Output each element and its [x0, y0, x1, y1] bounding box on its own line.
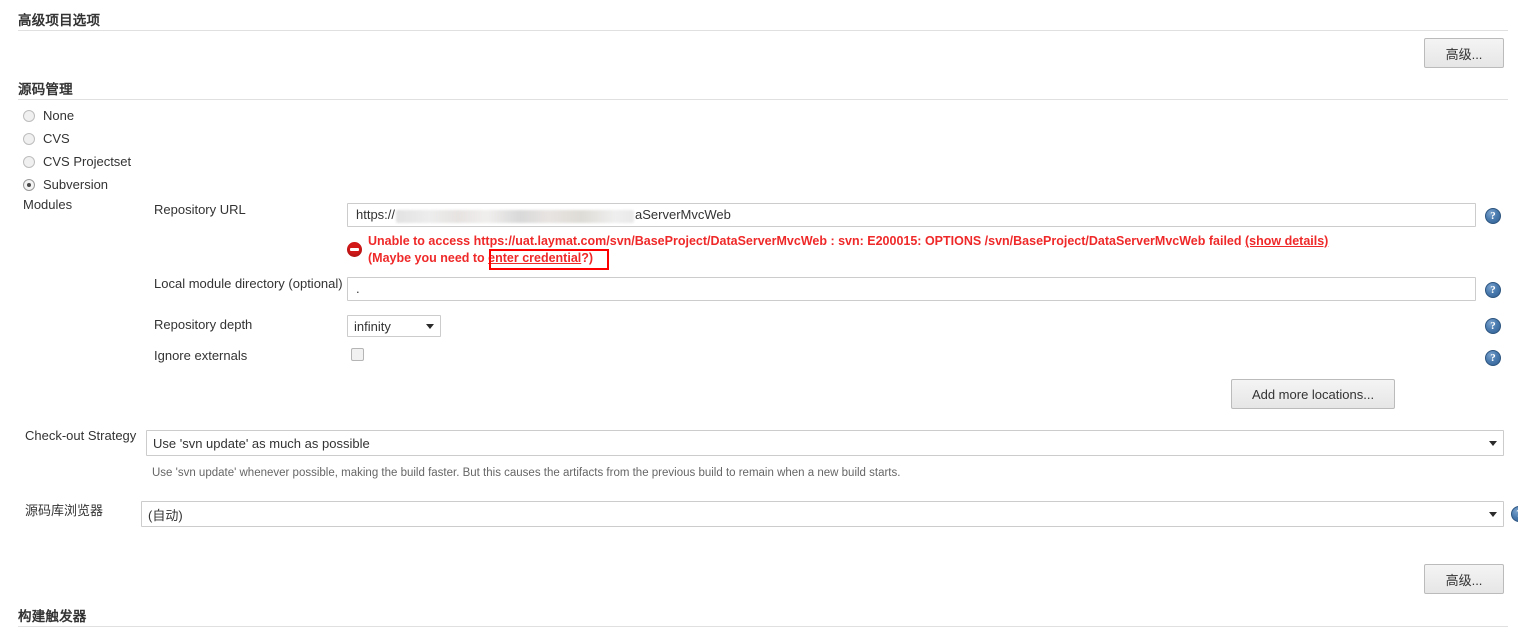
section-divider-advanced [18, 30, 1508, 31]
section-title-advanced-project-options: 高级项目选项 [18, 13, 101, 28]
help-icon-local-module-directory[interactable]: ? [1485, 282, 1501, 298]
section-title-build-triggers: 构建触发器 [18, 609, 87, 624]
repository-depth-select[interactable]: infinity [347, 315, 441, 337]
repository-url-label: Repository URL [154, 202, 246, 217]
scm-radio-label-cvs-projectset: CVS Projectset [43, 154, 132, 169]
modules-label: Modules [23, 197, 73, 212]
error-message-line1-text: Unable to access https://uat.laymat.com/… [368, 234, 1245, 248]
error-message-line2-suffix: ?) [581, 251, 594, 265]
repository-browser-value: (自动) [148, 507, 183, 523]
advanced-button-bottom[interactable]: 高级... [1424, 564, 1504, 594]
section-divider-build-triggers [18, 626, 1508, 627]
scm-radio-cvs[interactable]: CVS [23, 131, 70, 146]
chevron-down-icon [1489, 511, 1497, 517]
repository-url-value-prefix: https:// [356, 207, 396, 223]
help-icon-repository-browser[interactable]: ? [1511, 506, 1518, 522]
repository-depth-label: Repository depth [154, 317, 253, 332]
local-module-directory-input[interactable]: . [347, 277, 1476, 301]
repository-depth-value: infinity [354, 318, 391, 334]
ignore-externals-checkbox[interactable] [351, 348, 364, 361]
help-icon-repository-url[interactable]: ? [1485, 208, 1501, 224]
scm-radio-subversion[interactable]: Subversion [23, 177, 108, 192]
enter-credential-link[interactable]: enter credential [488, 251, 581, 265]
chevron-down-icon [426, 323, 434, 329]
scm-radio-label-none: None [43, 108, 75, 123]
scm-radio-cvs-projectset[interactable]: CVS Projectset [23, 154, 131, 169]
section-divider-scm [18, 99, 1508, 100]
help-icon-ignore-externals[interactable]: ? [1485, 350, 1501, 366]
repository-browser-label: 源码库浏览器 [25, 503, 104, 518]
radio-indicator-subversion [23, 178, 35, 191]
scm-radio-label-cvs: CVS [43, 131, 70, 146]
checkout-strategy-help-text: Use 'svn update' whenever possible, maki… [152, 467, 901, 479]
error-message-line2: (Maybe you need to enter credential?) [368, 250, 593, 267]
chevron-down-icon [1489, 440, 1497, 446]
help-icon-repository-depth[interactable]: ? [1485, 318, 1501, 334]
radio-indicator-none [23, 109, 35, 122]
scm-radio-label-subversion: Subversion [43, 177, 109, 192]
repository-url-value-suffix: aServerMvcWeb [635, 207, 731, 223]
local-module-directory-label: Local module directory (optional) [154, 276, 343, 291]
add-more-locations-button[interactable]: Add more locations... [1231, 379, 1395, 409]
radio-indicator-cvs [23, 132, 35, 145]
repository-url-redacted-region [396, 209, 635, 223]
checkout-strategy-select[interactable]: Use 'svn update' as much as possible [146, 430, 1504, 456]
checkout-strategy-value: Use 'svn update' as much as possible [153, 435, 370, 451]
advanced-button-top[interactable]: 高级... [1424, 38, 1504, 68]
radio-indicator-cvs-projectset [23, 155, 35, 168]
section-title-source-code-management: 源码管理 [18, 82, 73, 97]
scm-radio-none[interactable]: None [23, 108, 74, 123]
error-icon [347, 242, 362, 257]
error-message-line1: Unable to access https://uat.laymat.com/… [368, 233, 1328, 250]
ignore-externals-label: Ignore externals [154, 348, 248, 363]
error-message-line2-prefix: (Maybe you need to [368, 251, 489, 265]
checkout-strategy-label: Check-out Strategy [25, 428, 137, 443]
show-details-link[interactable]: (show details) [1245, 234, 1328, 248]
repository-browser-select[interactable]: (自动) [141, 501, 1504, 527]
repository-url-input[interactable]: https:// aServerMvcWeb [347, 203, 1476, 227]
